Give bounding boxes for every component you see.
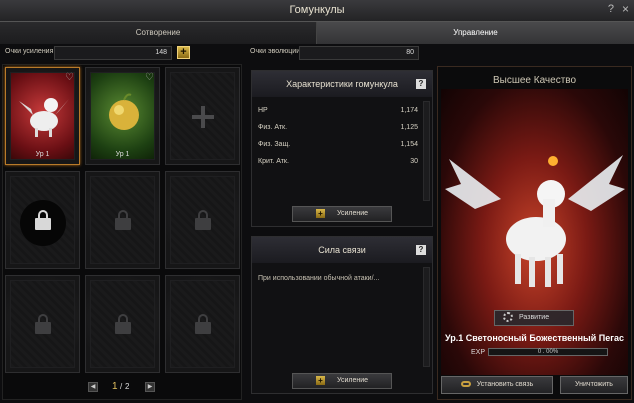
tab-creation[interactable]: Сотворение: [0, 22, 317, 44]
add-slot-plus-icon: [192, 106, 214, 128]
stats-scrollbar[interactable]: [423, 101, 430, 201]
help-icon[interactable]: ?: [608, 3, 614, 15]
stat-row: Физ. Атк. 1,125: [258, 124, 418, 131]
page-separator: /: [120, 382, 123, 391]
lock-icon: [35, 210, 51, 230]
stat-row: Физ. Защ. 1,154: [258, 141, 418, 148]
stats-enhance-button[interactable]: + Усиление: [292, 206, 392, 222]
lock-icon: [115, 210, 131, 230]
pet-slot-locked: [5, 275, 80, 373]
quality-label: Высшее Качество: [492, 75, 577, 86]
seed-pet-icon: [109, 93, 139, 130]
pet-slot-locked: [85, 171, 160, 269]
pet-slot-locked: [165, 171, 240, 269]
favorite-heart-icon[interactable]: ♡: [65, 72, 74, 83]
pet-name: Ур.1 Светоносный Божественный Пегас: [445, 333, 624, 343]
next-page-button[interactable]: ▶: [145, 382, 155, 392]
lock-icon: [195, 314, 211, 334]
pet-slot-grid: ♡ Ур 1 ♡ Ур 1: [2, 64, 242, 400]
bond-scrollbar[interactable]: [423, 267, 430, 367]
close-icon[interactable]: ×: [622, 2, 629, 16]
enhance-points-label: Очки усиления: [5, 48, 54, 55]
tab-management[interactable]: Управление: [317, 22, 634, 44]
link-icon: [460, 381, 471, 388]
bond-enhance-button[interactable]: + Усиление: [292, 373, 392, 389]
window-title: Гомункулы: [289, 4, 345, 16]
pet-slot-1[interactable]: ♡ Ур 1: [5, 67, 80, 165]
total-pages: 2: [125, 382, 130, 391]
stats-panel: Характеристики гомункула ? HP 1,174 Физ.…: [251, 70, 433, 227]
lock-icon: [115, 314, 131, 334]
pet-detail-panel: Высшее Качество Развитие Ур.1 Светоносны…: [437, 66, 632, 400]
bond-panel: Сила связи ? При использовании обычной а…: [251, 236, 433, 394]
pet-level: Ур 1: [115, 151, 130, 158]
pet-slot-locked: [165, 275, 240, 373]
pet-slot-locked-unlockable[interactable]: [5, 171, 80, 269]
bind-button[interactable]: Установить связь: [441, 376, 553, 394]
enhance-points-value: 148: [54, 46, 172, 60]
prev-page-button[interactable]: ◀: [88, 382, 98, 392]
exp-label: EXP: [471, 349, 486, 356]
help-icon[interactable]: ?: [416, 245, 426, 255]
pet-level: Ур 1: [35, 151, 50, 158]
plus-icon: +: [315, 208, 325, 218]
develop-button[interactable]: Развитие: [494, 310, 574, 326]
exp-bar: 0 . 00%: [488, 348, 608, 356]
lock-icon: [195, 210, 211, 230]
pet-slot-locked: [85, 275, 160, 373]
pegasus-portrait-icon: [445, 155, 625, 287]
tab-bar: Сотворение Управление: [0, 22, 634, 44]
exp-value: 0 . 00%: [537, 349, 559, 355]
pet-slot-2[interactable]: ♡ Ур 1: [85, 67, 160, 165]
pegasus-icon: [19, 98, 69, 137]
stats-panel-title: Характеристики гомункула ?: [252, 71, 432, 97]
plus-icon: +: [315, 375, 325, 385]
stat-row: HP 1,174: [258, 107, 418, 114]
add-enhance-points-button[interactable]: +: [177, 46, 190, 59]
title-bar: Гомункулы ? ×: [0, 0, 634, 22]
stat-row: Крит. Атк. 30: [258, 158, 418, 165]
help-icon[interactable]: ?: [416, 79, 426, 89]
current-page: 1: [112, 381, 118, 392]
favorite-heart-icon[interactable]: ♡: [145, 72, 154, 83]
destroy-button[interactable]: Уничтожить: [560, 376, 628, 394]
pet-slot-empty[interactable]: [165, 67, 240, 165]
gear-icon: [503, 312, 513, 323]
evolution-points-label: Очки эволюции: [250, 48, 301, 55]
bond-panel-title: Сила связи ?: [252, 237, 432, 263]
bond-description: При использовании обычной атаки/...: [258, 275, 380, 282]
evolution-points-value: 80: [299, 46, 419, 60]
points-row: Очки усиления 148 + Очки эволюции 80: [0, 46, 634, 62]
lock-icon: [35, 314, 51, 334]
